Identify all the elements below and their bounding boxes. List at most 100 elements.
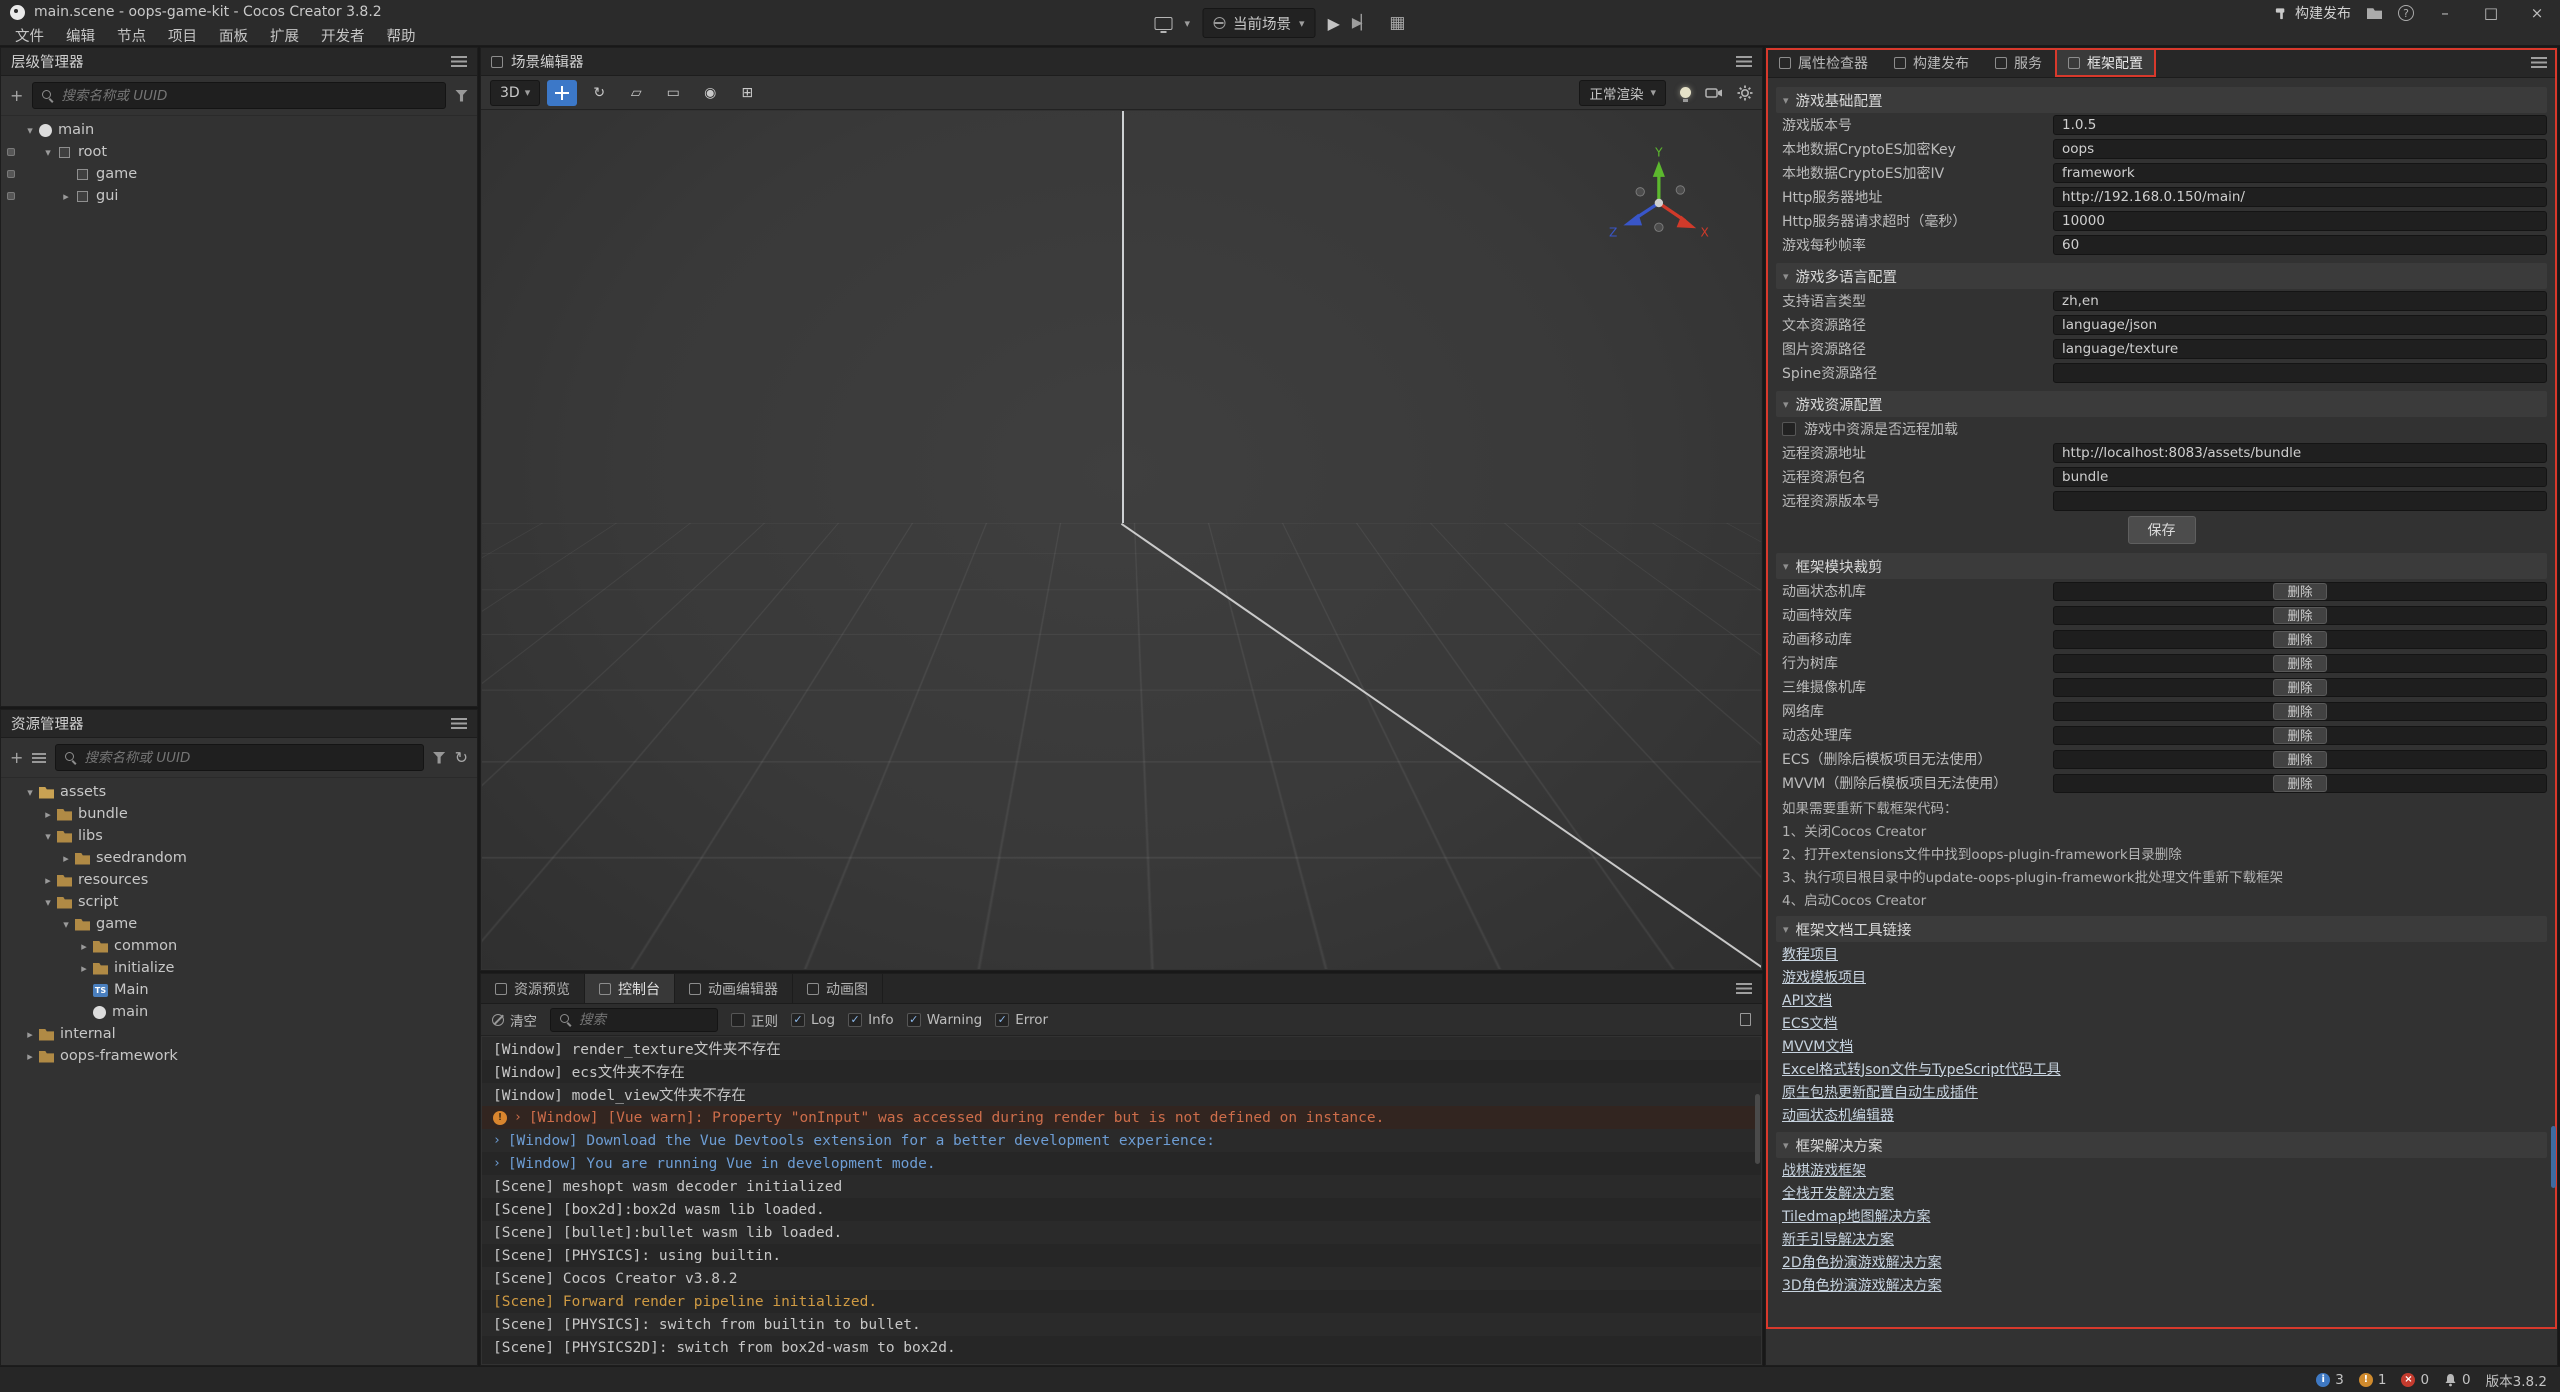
field-input[interactable]: [2053, 139, 2547, 159]
expand-chevron-icon[interactable]: ›: [493, 1133, 501, 1148]
preview-device-icon[interactable]: [1155, 17, 1173, 30]
menu-item[interactable]: 面板: [208, 25, 259, 46]
delete-module-button[interactable]: 删除: [2273, 703, 2326, 720]
hierarchy-node[interactable]: root: [1, 141, 477, 163]
log-row[interactable]: ! › [Window] model_view文件夹不存在: [482, 1083, 1761, 1106]
menu-item[interactable]: 开发者: [310, 25, 376, 46]
section-language-config[interactable]: 游戏多语言配置: [1776, 263, 2547, 289]
field-input[interactable]: [2053, 491, 2547, 511]
asset-node[interactable]: main: [1, 1001, 477, 1023]
asset-node[interactable]: oops-framework: [1, 1045, 477, 1067]
delete-module-button[interactable]: 删除: [2273, 607, 2326, 624]
menu-item[interactable]: 帮助: [376, 25, 427, 46]
log-row[interactable]: ! › [Scene] [box2d]:box2d wasm lib loade…: [482, 1198, 1761, 1221]
lock-icon[interactable]: [7, 148, 15, 156]
help-icon[interactable]: ?: [2398, 5, 2414, 21]
field-input[interactable]: [2053, 211, 2547, 231]
build-publish-button[interactable]: 构建发布: [2274, 3, 2351, 23]
save-button[interactable]: 保存: [2128, 516, 2196, 544]
delete-module-button[interactable]: 删除: [2273, 775, 2326, 792]
doc-link[interactable]: MVVM文档: [1782, 1036, 1853, 1056]
step-button[interactable]: ▶▏: [1352, 15, 1370, 31]
pivot-toggle-button[interactable]: ◉: [695, 80, 725, 106]
scene-viewport[interactable]: Y X Z: [482, 111, 1761, 969]
solution-link[interactable]: 全栈开发解决方案: [1782, 1183, 1894, 1203]
scene-select[interactable]: 当前场景 ▾: [1202, 8, 1316, 38]
inspector-scrollbar[interactable]: [2551, 1126, 2556, 1188]
hierarchy-node[interactable]: gui: [1, 185, 477, 207]
log-filter-checkbox[interactable]: Info: [848, 1012, 894, 1028]
filter-icon[interactable]: [455, 90, 468, 102]
doc-link[interactable]: 游戏模板项目: [1782, 967, 1866, 987]
delete-module-button[interactable]: 删除: [2273, 727, 2326, 744]
panel-menu-icon[interactable]: [2531, 57, 2547, 68]
play-button[interactable]: ▶: [1328, 14, 1340, 33]
log-row[interactable]: ! › [Scene] Cocos Creator v3.8.2: [482, 1267, 1761, 1290]
inspector-tab[interactable]: 构建发布: [1881, 48, 1982, 77]
warning-counter[interactable]: ! 1: [2359, 1372, 2387, 1388]
panel-menu-icon[interactable]: [451, 718, 467, 729]
snap-toggle-button[interactable]: ⊞: [732, 80, 762, 106]
solution-link[interactable]: 新手引导解决方案: [1782, 1229, 1894, 1249]
solution-link[interactable]: 3D角色扮演游戏解决方案: [1782, 1275, 1942, 1295]
section-solutions[interactable]: 框架解决方案: [1776, 1132, 2547, 1158]
checkbox[interactable]: [907, 1013, 921, 1027]
hierarchy-search-input[interactable]: [61, 88, 436, 104]
regex-checkbox[interactable]: 正则: [731, 1010, 778, 1030]
field-input[interactable]: [2053, 291, 2547, 311]
view-gizmo[interactable]: Y X Z: [1601, 147, 1713, 259]
console-tab[interactable]: 控制台: [585, 974, 675, 1003]
field-input[interactable]: [2053, 115, 2547, 135]
console-tab[interactable]: 资源预览: [481, 974, 585, 1003]
asset-node[interactable]: initialize: [1, 957, 477, 979]
solution-link[interactable]: 战棋游戏框架: [1782, 1160, 1866, 1180]
expand-arrow-icon[interactable]: [77, 962, 91, 975]
assets-searchbox[interactable]: [55, 744, 423, 771]
expand-arrow-icon[interactable]: [41, 808, 55, 821]
checkbox[interactable]: [791, 1013, 805, 1027]
asset-node[interactable]: assets: [1, 781, 477, 803]
asset-node[interactable]: game: [1, 913, 477, 935]
expand-arrow-icon[interactable]: [59, 852, 73, 865]
field-input[interactable]: [2053, 467, 2547, 487]
menu-item[interactable]: 编辑: [55, 25, 106, 46]
section-module-trim[interactable]: 框架模块裁剪: [1776, 553, 2547, 579]
delete-module-button[interactable]: 删除: [2273, 751, 2326, 768]
console-searchbox[interactable]: [550, 1008, 718, 1032]
solution-link[interactable]: 2D角色扮演游戏解决方案: [1782, 1252, 1942, 1272]
console-search-input[interactable]: [579, 1012, 708, 1028]
log-filter-checkbox[interactable]: Warning: [907, 1012, 983, 1028]
asset-node[interactable]: script: [1, 891, 477, 913]
hierarchy-searchbox[interactable]: [32, 82, 446, 109]
log-row[interactable]: ! › [Scene] meshopt wasm decoder initial…: [482, 1175, 1761, 1198]
log-row[interactable]: ! › [Window] [Vue warn]: Property "onInp…: [482, 1106, 1761, 1129]
sort-icon[interactable]: [32, 753, 46, 763]
close-button[interactable]: ×: [2522, 4, 2552, 22]
asset-node[interactable]: seedrandom: [1, 847, 477, 869]
expand-arrow-icon[interactable]: [23, 1028, 37, 1041]
expand-arrow-icon[interactable]: [23, 1050, 37, 1063]
log-row[interactable]: ! › [Scene] [PHYSICS2D]: switch from box…: [482, 1336, 1761, 1359]
inspector-tab[interactable]: 框架配置: [2055, 48, 2156, 77]
lock-icon[interactable]: [7, 192, 15, 200]
log-row[interactable]: ! › [Window] ecs文件夹不存在: [482, 1060, 1761, 1083]
assets-search-input[interactable]: [84, 750, 413, 766]
expand-arrow-icon[interactable]: [41, 896, 55, 909]
log-options-icon[interactable]: [1740, 1013, 1751, 1026]
add-node-button[interactable]: +: [10, 88, 23, 104]
camera-gizmo-icon[interactable]: [1705, 86, 1723, 100]
console-tab[interactable]: 动画图: [793, 974, 883, 1003]
log-row[interactable]: ! › [Window] render_texture文件夹不存在: [482, 1037, 1761, 1060]
field-input[interactable]: [2053, 363, 2547, 383]
expand-arrow-icon[interactable]: [77, 940, 91, 953]
asset-node[interactable]: Main: [1, 979, 477, 1001]
add-asset-button[interactable]: +: [10, 750, 23, 766]
doc-link[interactable]: 原生包热更新配置自动生成插件: [1782, 1082, 1978, 1102]
log-row[interactable]: ! › [Window] You are running Vue in deve…: [482, 1152, 1761, 1175]
scale-tool-button[interactable]: ▱: [621, 80, 651, 106]
error-counter[interactable]: × 0: [2401, 1372, 2429, 1388]
field-input[interactable]: [2053, 187, 2547, 207]
console-scrollbar[interactable]: [1755, 1094, 1760, 1164]
lighting-toggle-icon[interactable]: [1680, 87, 1691, 98]
field-input[interactable]: [2053, 163, 2547, 183]
